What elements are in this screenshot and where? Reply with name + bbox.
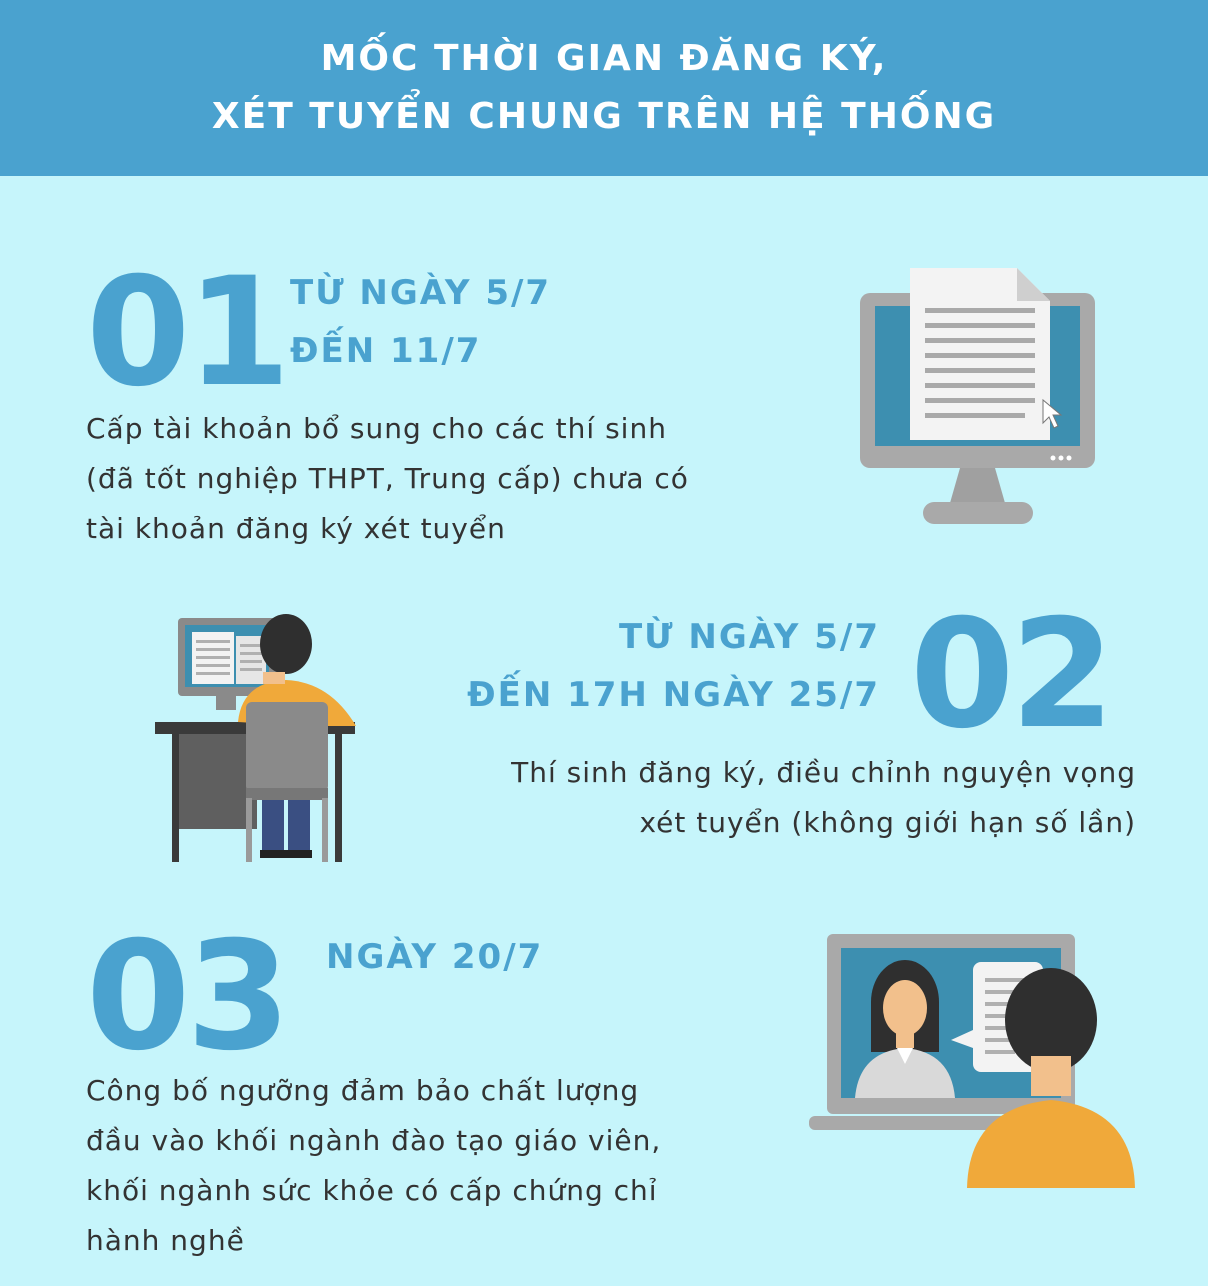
header-banner: MỐC THỜI GIAN ĐĂNG KÝ, XÉT TUYỂN CHUNG T… [0, 0, 1208, 176]
video-call-laptop-icon [809, 934, 1135, 1188]
header-title-line-2: XÉT TUYỂN CHUNG TRÊN HỆ THỐNG [211, 96, 997, 137]
step-3-desc-line: đầu vào khối ngành đào tạo giáo viên, [86, 1124, 662, 1157]
computer-document-icon [860, 268, 1095, 524]
step-2-desc-line: xét tuyển (không giới hạn số lần) [639, 806, 1136, 839]
step-1-number: 01 [86, 246, 291, 420]
step-3-desc-line: hành nghề [86, 1224, 245, 1257]
step-3-desc-line: khối ngành sức khỏe có cấp chứng chỉ [86, 1174, 658, 1207]
step-3-number: 03 [86, 910, 291, 1084]
step-1-description: Cấp tài khoản bổ sung cho các thí sinh (… [86, 404, 689, 554]
step-1-desc-line: tài khoản đăng ký xét tuyển [86, 512, 506, 545]
header-title-line-1: MỐC THỜI GIAN ĐĂNG KÝ, [320, 38, 888, 79]
step-2-number: 02 [910, 588, 1115, 762]
step-1-date-line-1: TỪ NGÀY 5/7 [290, 273, 552, 313]
step-2-date-line-2: ĐẾN 17H NGÀY 25/7 [467, 675, 880, 715]
step-1-date-line-2: ĐẾN 11/7 [290, 331, 482, 371]
step-3-date-line-1: NGÀY 20/7 [326, 937, 544, 977]
step-2-date-line-1: TỪ NGÀY 5/7 [618, 617, 880, 657]
step-1-desc-line: Cấp tài khoản bổ sung cho các thí sinh [86, 412, 667, 445]
step-3-desc-line: Công bố ngưỡng đảm bảo chất lượng [86, 1074, 640, 1107]
student-at-desk-icon [155, 614, 356, 862]
step-3-description: Công bố ngưỡng đảm bảo chất lượng đầu và… [86, 1066, 661, 1266]
step-2-description: Thí sinh đăng ký, điều chỉnh nguyện vọng… [511, 748, 1136, 848]
step-1-desc-line: (đã tốt nghiệp THPT, Trung cấp) chưa có [86, 462, 689, 495]
step-2-desc-line: Thí sinh đăng ký, điều chỉnh nguyện vọng [511, 756, 1136, 789]
